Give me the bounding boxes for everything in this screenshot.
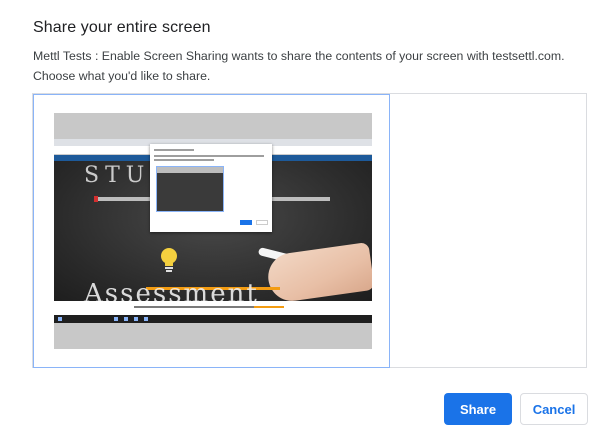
dialog-title: Share your entire screen [33, 19, 211, 36]
screen-picker: STUDE Assessment [32, 93, 587, 368]
nested-cancel-button [256, 220, 268, 225]
nested-dialog-title-line [154, 149, 194, 151]
cancel-button[interactable]: Cancel [520, 393, 588, 425]
thumbnail-progress-marker [94, 196, 98, 202]
thumbnail-taskbar [54, 315, 372, 323]
taskbar-app-icon [114, 317, 118, 321]
nested-dialog-text-line [154, 155, 264, 157]
dialog-message: Mettl Tests : Enable Screen Sharing want… [33, 49, 565, 83]
taskbar-app-icon [124, 317, 128, 321]
nested-thumbnail-header [157, 167, 223, 173]
share-button[interactable]: Share [444, 393, 512, 425]
thumbnail-footer-link [254, 306, 284, 308]
taskbar-app-icon [144, 317, 148, 321]
thumbnail-hand [265, 241, 372, 305]
thumbnail-nested-share-dialog [150, 144, 272, 232]
lightbulb-icon [161, 248, 177, 272]
nested-dialog-text-line [154, 159, 214, 161]
taskbar-start-icon [58, 317, 62, 321]
thumbnail-browser-window: STUDE Assessment [54, 139, 372, 323]
nested-dialog-thumbnail [156, 166, 224, 212]
taskbar-app-icon [134, 317, 138, 321]
thumbnail-footer [54, 301, 372, 315]
dialog-actions: Share Cancel [444, 393, 588, 425]
screen-tile-entire-screen[interactable]: STUDE Assessment [33, 94, 390, 368]
nested-share-button [240, 220, 252, 225]
screen-thumbnail: STUDE Assessment [54, 113, 372, 349]
share-screen-dialog: Share your entire screen Mettl Tests : E… [0, 0, 604, 440]
